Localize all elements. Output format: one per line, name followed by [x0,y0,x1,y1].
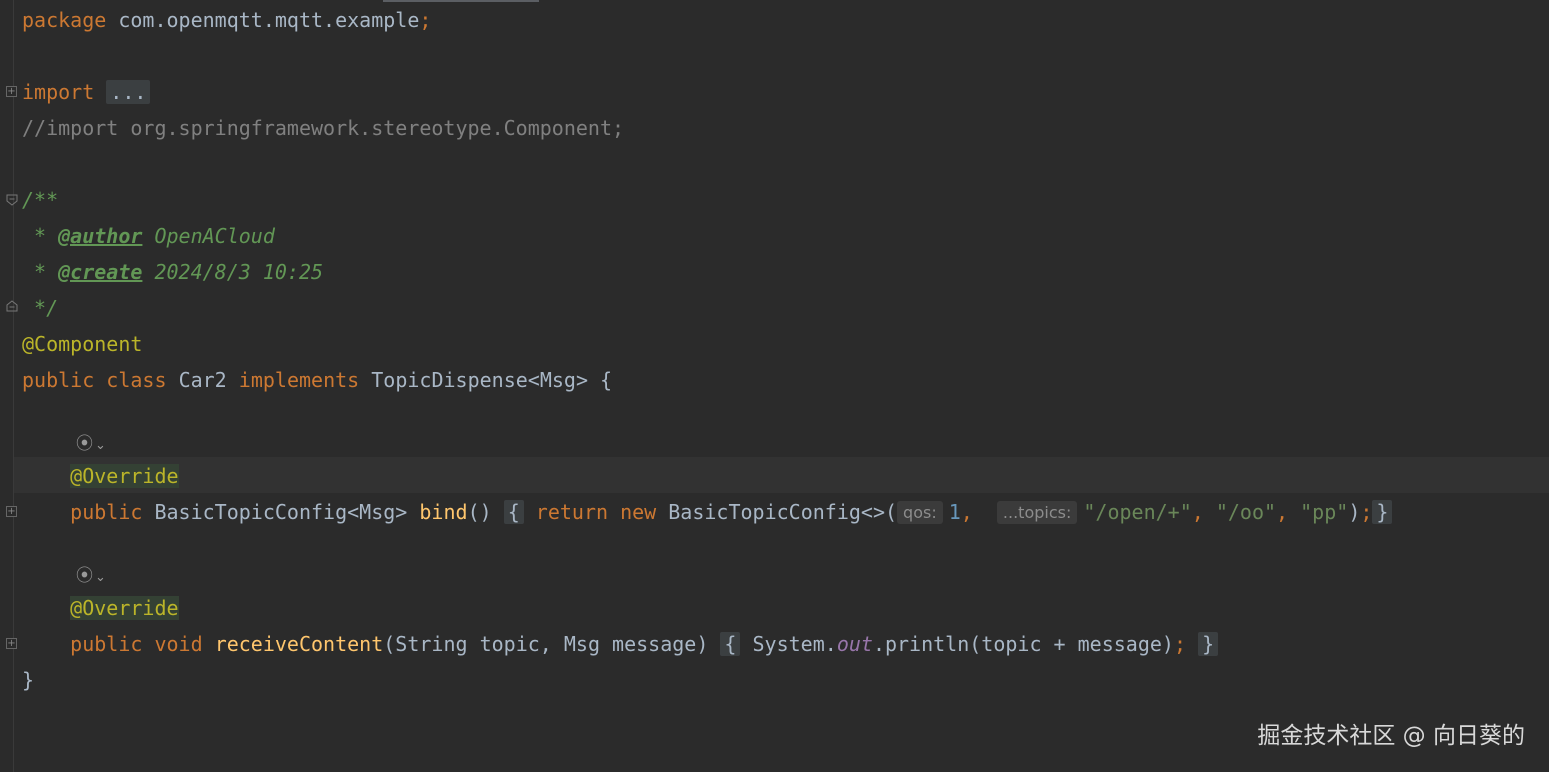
annotation: @Override [70,464,179,488]
chevron-down-icon: ⌄ [95,438,106,453]
return-type: BasicTopicConfig<Msg> [154,500,408,524]
keyword: new [620,500,657,524]
fold-collapse-icon[interactable] [6,194,18,206]
code-line-doc-close[interactable]: */ [22,290,58,326]
doc-comment: OpenACloud [142,224,275,248]
doc-tag: @create [58,260,143,284]
method-call: .println(topic + message) [872,632,1174,656]
folded-brace[interactable]: { [503,500,524,524]
fold-expand-icon[interactable]: + [6,506,17,517]
folded-imports[interactable]: ... [106,80,151,104]
class-ref: System. [752,632,837,656]
doc-comment: * [22,260,59,284]
doc-comment: 2024/8/3 10:25 [142,260,324,284]
implements-method-icon[interactable]: ⦿ ⌄ [76,434,106,456]
brace: { [600,368,613,392]
comma: , [960,500,973,524]
parens: () [467,500,492,524]
code-line-comment[interactable]: //import org.springframework.stereotype.… [22,110,624,146]
method-name: receiveContent [214,632,384,656]
number: 1 [948,500,961,524]
fold-expand-icon[interactable]: + [6,86,17,97]
annotation: @Component [22,332,143,356]
chevron-down-icon: ⌄ [95,570,106,585]
string: "/oo" [1215,500,1277,524]
semicolon: ; [1360,500,1373,524]
implements-icon: ⦿ [76,434,93,454]
keyword: import [22,80,95,104]
keyword: implements [238,368,360,392]
code-editor[interactable]: + + + package com.openmqtt.mqtt.example;… [0,0,1549,772]
folded-brace[interactable]: } [1372,500,1393,524]
gutter-divider [13,0,14,772]
code-line-doc-open[interactable]: /** [22,182,58,218]
class-name: Car2 [178,368,227,392]
keyword: public [70,500,143,524]
implements-icon: ⦿ [76,566,93,586]
brace: } [22,668,35,692]
package-name: com.openmqtt.mqtt.example [118,8,420,32]
doc-comment: /** [22,188,59,212]
code-line-class-close[interactable]: } [22,662,34,698]
string: "/open/+" [1083,500,1192,524]
semicolon: ; [419,8,432,32]
keyword: void [154,632,203,656]
code-line-class-annotation[interactable]: @Component [22,326,142,362]
param-hint: ...topics: [996,501,1078,524]
code-line-import[interactable]: import ... [22,74,151,110]
method-name: bind [419,500,468,524]
keyword: public [70,632,143,656]
doc-comment: */ [22,296,59,320]
code-line-override[interactable]: @Override [22,458,179,494]
code-line-method-receive[interactable]: public void receiveContent(String topic,… [22,626,1219,662]
static-field: out [836,632,873,656]
keyword: return [535,500,609,524]
fold-expand-icon[interactable]: + [6,638,17,649]
folded-brace[interactable]: { [720,632,741,656]
comma: , [1276,500,1289,524]
doc-comment: * [22,224,59,248]
constructor: BasicTopicConfig<>( [668,500,898,524]
params: (String topic, Msg message) [383,632,709,656]
current-line-highlight [14,457,1549,493]
watermark: 掘金技术社区 @ 向日葵的 [1257,723,1525,749]
code-line-doc-create[interactable]: * @create 2024/8/3 10:25 [22,254,323,290]
doc-tag: @author [58,224,143,248]
string: "pp" [1300,500,1349,524]
fold-end-icon[interactable] [6,300,18,312]
code-line-package[interactable]: package com.openmqtt.mqtt.example; [22,2,431,38]
code-line-class-decl[interactable]: public class Car2 implements TopicDispen… [22,362,612,398]
keyword: public [22,368,95,392]
keyword: class [106,368,167,392]
keyword: package [22,8,107,32]
line-comment: //import org.springframework.stereotype.… [22,116,625,140]
semicolon: ; [1173,632,1187,656]
implements-method-icon[interactable]: ⦿ ⌄ [76,566,106,588]
code-line-method-bind[interactable]: public BasicTopicConfig<Msg> bind() { re… [22,494,1393,530]
param-hint: qos: [897,501,943,524]
interface-name: TopicDispense<Msg> [371,368,588,392]
paren: ) [1348,500,1361,524]
comma: , [1191,500,1204,524]
folded-brace[interactable]: } [1198,632,1219,656]
code-line-doc-author[interactable]: * @author OpenACloud [22,218,275,254]
annotation: @Override [70,596,179,620]
code-line-override[interactable]: @Override [22,590,179,626]
